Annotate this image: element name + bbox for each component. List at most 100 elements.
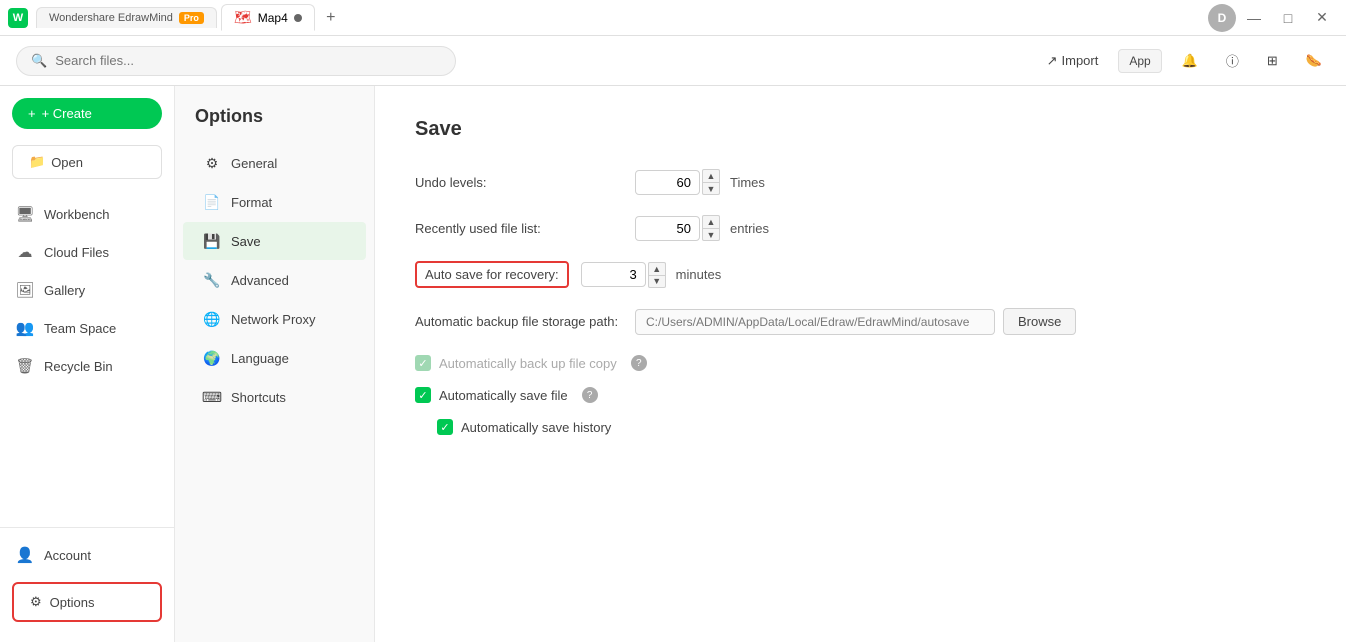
import-icon: ↗ bbox=[1047, 53, 1058, 69]
bell-icon: 🔔 bbox=[1182, 53, 1198, 69]
backup-copy-checkbox[interactable]: ✓ bbox=[415, 355, 431, 371]
language-icon: 🌍 bbox=[203, 349, 221, 367]
sidebar-cloud-label: Cloud Files bbox=[44, 245, 109, 260]
save-history-row: ✓ Automatically save history bbox=[415, 419, 1306, 435]
sidebar-item-cloud-files[interactable]: ☁ Cloud Files bbox=[0, 233, 174, 271]
sidebar-item-recycle-bin[interactable]: 🗑 Recycle Bin bbox=[0, 347, 174, 385]
save-history-checkbox[interactable]: ✓ bbox=[437, 419, 453, 435]
tab-home[interactable]: Wondershare EdrawMind Pro bbox=[36, 7, 217, 28]
options-label: Options bbox=[50, 595, 95, 610]
options-item-shortcuts[interactable]: ⌨ Shortcuts bbox=[183, 378, 366, 416]
auto-save-info-icon[interactable]: ? bbox=[582, 387, 598, 403]
options-shortcuts-label: Shortcuts bbox=[231, 390, 286, 405]
sidebar-bottom: 👤 Account ⚙ Options bbox=[0, 527, 174, 630]
recycle-icon: 🗑 bbox=[16, 357, 34, 375]
options-advanced-label: Advanced bbox=[231, 273, 289, 288]
close-button[interactable]: ✕ bbox=[1306, 4, 1338, 32]
recent-spinner-btns: ▲ ▼ bbox=[702, 215, 720, 241]
auto-save-increment[interactable]: ▲ bbox=[648, 262, 666, 275]
grid-icon: ⊞ bbox=[1267, 53, 1278, 69]
sidebar-account-label: Account bbox=[44, 548, 91, 563]
app-button[interactable]: App bbox=[1118, 49, 1161, 73]
sidebar-item-gallery[interactable]: 🖼 Gallery bbox=[0, 271, 174, 309]
undo-spinner[interactable]: ▲ ▼ bbox=[635, 169, 720, 195]
sidebar-workbench-label: Workbench bbox=[44, 207, 110, 222]
help-button[interactable]: ⓘ bbox=[1218, 47, 1247, 74]
auto-save-file-checkbox[interactable]: ✓ bbox=[415, 387, 431, 403]
tab-map4[interactable]: 🗺 Map4 bbox=[221, 4, 315, 31]
add-tab-button[interactable]: + bbox=[319, 6, 343, 30]
undo-input[interactable] bbox=[635, 170, 700, 195]
left-sidebar: + + Create 📁 Open 🖥 Workbench ☁ Cloud Fi… bbox=[0, 86, 175, 642]
options-button[interactable]: ⚙ Options bbox=[12, 582, 162, 622]
auto-save-row: Auto save for recovery: ▲ ▼ minutes bbox=[415, 261, 1306, 288]
backup-copy-info-icon[interactable]: ? bbox=[631, 355, 647, 371]
auto-save-label: Auto save for recovery: bbox=[415, 261, 569, 288]
sidebar-recycle-label: Recycle Bin bbox=[44, 359, 113, 374]
options-item-language[interactable]: 🌍 Language bbox=[183, 339, 366, 377]
create-button[interactable]: + + Create bbox=[12, 98, 162, 129]
theme-button[interactable]: 🌭 bbox=[1298, 49, 1330, 73]
app-logo: W bbox=[8, 8, 28, 28]
layout-button[interactable]: ⊞ bbox=[1259, 49, 1286, 73]
recent-spinner[interactable]: ▲ ▼ bbox=[635, 215, 720, 241]
cloud-icon: ☁ bbox=[16, 243, 34, 261]
save-history-label: Automatically save history bbox=[461, 420, 611, 435]
auto-save-input[interactable] bbox=[581, 262, 646, 287]
maximize-button[interactable]: □ bbox=[1272, 4, 1304, 32]
auto-save-spinner-btns: ▲ ▼ bbox=[648, 262, 666, 288]
sidebar-item-workbench[interactable]: 🖥 Workbench bbox=[0, 195, 174, 233]
undo-decrement[interactable]: ▼ bbox=[702, 182, 720, 195]
options-item-save[interactable]: 💾 Save bbox=[183, 222, 366, 260]
tab-home-badge: Pro bbox=[179, 12, 204, 24]
search-input[interactable] bbox=[55, 53, 441, 68]
shortcuts-icon: ⌨ bbox=[203, 388, 221, 406]
app-label: App bbox=[1129, 54, 1150, 68]
auto-save-spinner[interactable]: ▲ ▼ bbox=[581, 262, 666, 288]
import-button[interactable]: ↗ Import bbox=[1039, 49, 1107, 73]
browse-button[interactable]: Browse bbox=[1003, 308, 1076, 335]
backup-copy-label: Automatically back up file copy bbox=[439, 356, 617, 371]
folder-icon: 📁 bbox=[29, 154, 45, 170]
user-avatar[interactable]: D bbox=[1208, 4, 1236, 32]
create-label: + Create bbox=[42, 106, 92, 121]
undo-label: Undo levels: bbox=[415, 175, 635, 190]
options-network-label: Network Proxy bbox=[231, 312, 316, 327]
sidebar-gallery-label: Gallery bbox=[44, 283, 85, 298]
title-bar-controls: D — □ ✕ bbox=[1208, 4, 1338, 32]
toolbar: 🔍 ↗ Import App 🔔 ⓘ ⊞ 🌭 bbox=[0, 36, 1346, 86]
backup-copy-check: ✓ bbox=[418, 357, 427, 370]
minimize-button[interactable]: — bbox=[1238, 4, 1270, 32]
backup-path-label: Automatic backup file storage path: bbox=[415, 314, 635, 329]
auto-save-decrement[interactable]: ▼ bbox=[648, 275, 666, 288]
toolbar-right: ↗ Import App 🔔 ⓘ ⊞ 🌭 bbox=[1039, 47, 1330, 74]
options-item-format[interactable]: 📄 Format bbox=[183, 183, 366, 221]
tab-home-label: Wondershare EdrawMind bbox=[49, 12, 173, 24]
options-item-advanced[interactable]: 🔧 Advanced bbox=[183, 261, 366, 299]
sidebar-item-account[interactable]: 👤 Account bbox=[0, 536, 174, 574]
auto-save-file-row: ✓ Automatically save file ? bbox=[415, 387, 1306, 403]
tab-map4-dot bbox=[294, 14, 302, 22]
sidebar-item-team-space[interactable]: 👥 Team Space bbox=[0, 309, 174, 347]
recent-decrement[interactable]: ▼ bbox=[702, 228, 720, 241]
recent-row: Recently used file list: ▲ ▼ entries bbox=[415, 215, 1306, 241]
options-save-label: Save bbox=[231, 234, 261, 249]
options-format-label: Format bbox=[231, 195, 272, 210]
gallery-icon: 🖼 bbox=[16, 281, 34, 299]
save-icon: 💾 bbox=[203, 232, 221, 250]
undo-row: Undo levels: ▲ ▼ Times bbox=[415, 169, 1306, 195]
content-area: Save Undo levels: ▲ ▼ Times Recently use… bbox=[375, 86, 1346, 642]
undo-unit: Times bbox=[730, 175, 765, 190]
recent-input[interactable] bbox=[635, 216, 700, 241]
options-item-general[interactable]: ⚙ General bbox=[183, 144, 366, 182]
auto-save-file-label: Automatically save file bbox=[439, 388, 568, 403]
notification-button[interactable]: 🔔 bbox=[1174, 49, 1206, 73]
recent-label: Recently used file list: bbox=[415, 221, 635, 236]
options-item-network-proxy[interactable]: 🌐 Network Proxy bbox=[183, 300, 366, 338]
search-box[interactable]: 🔍 bbox=[16, 46, 456, 76]
recent-increment[interactable]: ▲ bbox=[702, 215, 720, 228]
backup-path-input[interactable] bbox=[635, 309, 995, 335]
open-button[interactable]: 📁 Open bbox=[12, 145, 162, 179]
options-panel: Options ⚙ General 📄 Format 💾 Save 🔧 Adva… bbox=[175, 86, 375, 642]
undo-increment[interactable]: ▲ bbox=[702, 169, 720, 182]
